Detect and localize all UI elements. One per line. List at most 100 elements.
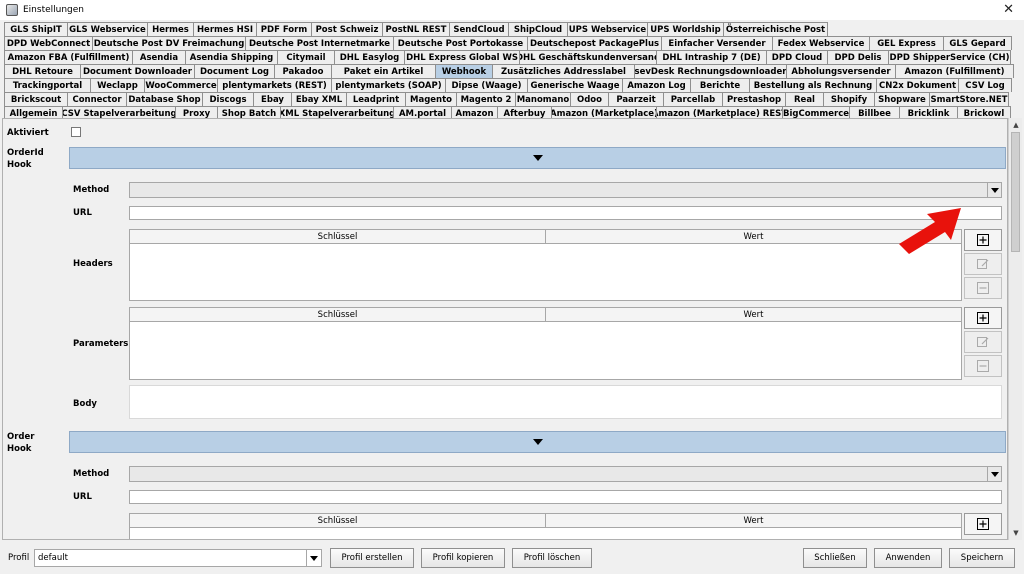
scroll-up-icon[interactable]: ▲: [1009, 118, 1023, 132]
tab-gel-express[interactable]: GEL Express: [869, 36, 943, 50]
parameters-add-button[interactable]: [964, 307, 1002, 329]
orderid-hook-toggle[interactable]: [69, 147, 1006, 169]
aktiviert-checkbox[interactable]: [71, 127, 81, 137]
tab-discogs[interactable]: Discogs: [202, 92, 253, 106]
tab-shopify[interactable]: Shopify: [823, 92, 874, 106]
tab-hermes[interactable]: Hermes: [147, 22, 193, 36]
headers-remove-button[interactable]: [964, 277, 1002, 299]
tab-deutsche-post-portokasse[interactable]: Deutsche Post Portokasse: [393, 36, 527, 50]
schliessen-button[interactable]: Schließen: [803, 548, 867, 568]
orderid-headers-table[interactable]: Schlüssel Wert: [129, 229, 962, 301]
tab-dhl-geschäftskundenversand[interactable]: DHL Geschäftskundenversand: [519, 50, 656, 64]
tab-database-shop[interactable]: Database Shop: [126, 92, 202, 106]
tab-pdf-form[interactable]: PDF Form: [256, 22, 311, 36]
order-headers-add-button[interactable]: [964, 513, 1002, 535]
tab-shipcloud[interactable]: ShipCloud: [508, 22, 567, 36]
tab-asendia[interactable]: Asendia: [132, 50, 185, 64]
tab-dpd-shipperservice-ch[interactable]: DPD ShipperService (CH): [888, 50, 1011, 64]
tab-dpd-cloud[interactable]: DPD Cloud: [766, 50, 827, 64]
profil-kopieren-button[interactable]: Profil kopieren: [421, 548, 505, 568]
tab-pakadoo[interactable]: Pakadoo: [274, 64, 331, 78]
tab-deutsche-post-internetmarke[interactable]: Deutsche Post Internetmarke: [245, 36, 393, 50]
orderid-body-textarea[interactable]: [129, 385, 1002, 419]
tab-amazon-fba-fulfillment[interactable]: Amazon FBA (Fulfillment): [4, 50, 132, 64]
order-url-input[interactable]: [129, 490, 1002, 504]
tab-gls-gepard[interactable]: GLS Gepard: [943, 36, 1012, 50]
tab-einfacher-versender[interactable]: Einfacher Versender: [661, 36, 772, 50]
headers-edit-button[interactable]: [964, 253, 1002, 275]
profil-erstellen-button[interactable]: Profil erstellen: [330, 548, 414, 568]
tab-postnl-rest[interactable]: PostNL REST: [382, 22, 449, 36]
tab-deutschepost-packageplus[interactable]: Deutschepost PackagePlus: [527, 36, 661, 50]
tab-dhl-retoure[interactable]: DHL Retoure: [4, 64, 80, 78]
order-headers-table[interactable]: Schlüssel Wert: [129, 513, 962, 539]
tab-shopware[interactable]: Shopware: [874, 92, 929, 106]
tab-prestashop[interactable]: Prestashop: [722, 92, 785, 106]
orderid-parameters-table[interactable]: Schlüssel Wert: [129, 307, 962, 380]
vertical-scrollbar[interactable]: ▲ ▼: [1008, 118, 1022, 540]
order-method-select[interactable]: [129, 466, 1002, 482]
tab-real[interactable]: Real: [785, 92, 823, 106]
column-value[interactable]: Wert: [546, 514, 961, 527]
tab-magento[interactable]: Magento: [405, 92, 456, 106]
tab-paarzeit[interactable]: Paarzeit: [608, 92, 663, 106]
tab-csv-log[interactable]: CSV Log: [958, 78, 1012, 92]
dropdown-arrow-icon[interactable]: [987, 183, 1001, 197]
tab-manomano[interactable]: Manomano: [515, 92, 570, 106]
tab-brickscout[interactable]: Brickscout: [4, 92, 67, 106]
tab-sevdesk-rechnungsdownloader[interactable]: sevDesk Rechnungsdownloader: [634, 64, 786, 78]
speichern-button[interactable]: Speichern: [949, 548, 1015, 568]
profil-select[interactable]: default: [34, 549, 322, 567]
tab-berichte[interactable]: Berichte: [690, 78, 749, 92]
tab-dpd-delis[interactable]: DPD Delis: [827, 50, 888, 64]
tab-asendia-shipping[interactable]: Asendia Shipping: [185, 50, 277, 64]
orderid-url-input[interactable]: [129, 206, 1002, 220]
tab-trackingportal[interactable]: Trackingportal: [4, 78, 90, 92]
column-key[interactable]: Schlüssel: [130, 308, 546, 321]
dropdown-arrow-icon[interactable]: [987, 467, 1001, 481]
scrollbar-thumb[interactable]: [1011, 132, 1020, 252]
headers-add-button[interactable]: [964, 229, 1002, 251]
tab-post-schweiz[interactable]: Post Schweiz: [311, 22, 382, 36]
tab-cn2x-dokument[interactable]: CN2x Dokument: [876, 78, 958, 92]
tab-dpd-webconnect[interactable]: DPD WebConnect: [4, 36, 92, 50]
tab-dipse-waage[interactable]: Dipse (Waage): [445, 78, 527, 92]
column-key[interactable]: Schlüssel: [130, 230, 546, 243]
tab-document-downloader[interactable]: Document Downloader: [80, 64, 194, 78]
tab-amazon-log[interactable]: Amazon Log: [622, 78, 690, 92]
tab-deutsche-post-dv-freimachung[interactable]: Deutsche Post DV Freimachung: [92, 36, 245, 50]
tab-amazon-fulfillment[interactable]: Amazon (Fulfillment): [895, 64, 1014, 78]
parameters-edit-button[interactable]: [964, 331, 1002, 353]
dropdown-arrow-icon[interactable]: [306, 550, 321, 566]
column-value[interactable]: Wert: [546, 308, 961, 321]
close-icon[interactable]: ✕: [1003, 2, 1014, 17]
tab-citymail[interactable]: Citymail: [277, 50, 334, 64]
tab-zusätzliches-addresslabel[interactable]: Zusätzliches Addresslabel: [492, 64, 634, 78]
scroll-down-icon[interactable]: ▼: [1009, 526, 1023, 540]
tab-generische-waage[interactable]: Generische Waage: [527, 78, 622, 92]
tab-woocommerce[interactable]: WooCommerce: [144, 78, 217, 92]
anwenden-button[interactable]: Anwenden: [874, 548, 942, 568]
tab-weclapp[interactable]: Weclapp: [90, 78, 144, 92]
tab-document-log[interactable]: Document Log: [194, 64, 274, 78]
tab-ups-worldship[interactable]: UPS Worldship: [647, 22, 723, 36]
parameters-remove-button[interactable]: [964, 355, 1002, 377]
tab-magento-2[interactable]: Magento 2: [456, 92, 515, 106]
tab-ups-webservice[interactable]: UPS Webservice: [567, 22, 647, 36]
tab-smartstore-net[interactable]: SmartStore.NET: [929, 92, 1009, 106]
tab-plentymarkets-soap[interactable]: plentymarkets (SOAP): [331, 78, 445, 92]
tab-sendcloud[interactable]: SendCloud: [449, 22, 508, 36]
tab-parcellab[interactable]: Parcellab: [663, 92, 722, 106]
profil-loeschen-button[interactable]: Profil löschen: [512, 548, 592, 568]
tab-bestellung-als-rechnung[interactable]: Bestellung als Rechnung: [749, 78, 876, 92]
tab-gls-shipit[interactable]: GLS ShipIT: [4, 22, 67, 36]
tab-dhl-intraship-7-de[interactable]: DHL Intraship 7 (DE): [656, 50, 766, 64]
tab-connector[interactable]: Connector: [67, 92, 126, 106]
tab-ebay-xml[interactable]: Ebay XML: [291, 92, 346, 106]
tab-hermes-hsi[interactable]: Hermes HSI: [193, 22, 256, 36]
tab-webhook[interactable]: Webhook: [435, 64, 492, 78]
tab-plentymarkets-rest[interactable]: plentymarkets (REST): [217, 78, 331, 92]
tab-paket-ein-artikel[interactable]: Paket ein Artikel: [331, 64, 435, 78]
tab-fedex-webservice[interactable]: Fedex Webservice: [772, 36, 869, 50]
tab-österreichische-post[interactable]: Österreichische Post: [723, 22, 828, 36]
